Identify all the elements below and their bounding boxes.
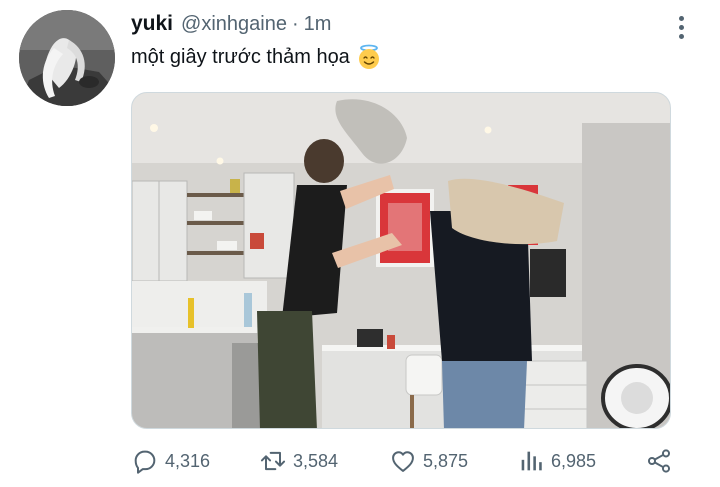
share-button[interactable] <box>645 441 673 481</box>
reply-count: 4,316 <box>165 450 211 471</box>
separator-dot: · <box>291 13 299 35</box>
tweet-photo[interactable] <box>131 92 671 429</box>
views-bar-chart-icon <box>521 451 542 471</box>
timestamp[interactable]: 1m <box>304 13 332 36</box>
more-options-button[interactable] <box>668 10 694 44</box>
heart-icon <box>392 451 414 472</box>
like-button[interactable]: 5,875 <box>389 441 468 481</box>
retweet-icon <box>260 451 286 471</box>
avatar[interactable] <box>19 10 115 106</box>
tweet-text: một giây trước thảm họa <box>131 44 382 70</box>
smiling-face-with-halo-icon <box>356 44 382 70</box>
reply-icon <box>134 450 156 474</box>
more-dot <box>678 24 684 30</box>
tweet-text-content: một giây trước thảm họa <box>131 45 350 68</box>
view-count: 6,985 <box>551 450 597 471</box>
user-handle[interactable]: @xinhgaine <box>181 13 287 36</box>
more-dot <box>678 33 684 39</box>
display-name[interactable]: yuki <box>131 12 173 36</box>
tweet: yuki @xinhgaine · 1m một giây trước thảm… <box>0 0 720 487</box>
like-count: 5,875 <box>423 450 469 471</box>
retweet-button[interactable]: 3,584 <box>259 441 338 481</box>
tweet-header: yuki @xinhgaine · 1m <box>131 12 331 42</box>
retweet-count: 3,584 <box>293 450 339 471</box>
reply-button[interactable]: 4,316 <box>131 441 210 481</box>
views-button[interactable]: 6,985 <box>517 441 596 481</box>
share-icon <box>647 449 671 473</box>
more-dot <box>678 15 684 21</box>
action-bar: 4,316 3,584 5,875 6,985 <box>131 441 676 481</box>
